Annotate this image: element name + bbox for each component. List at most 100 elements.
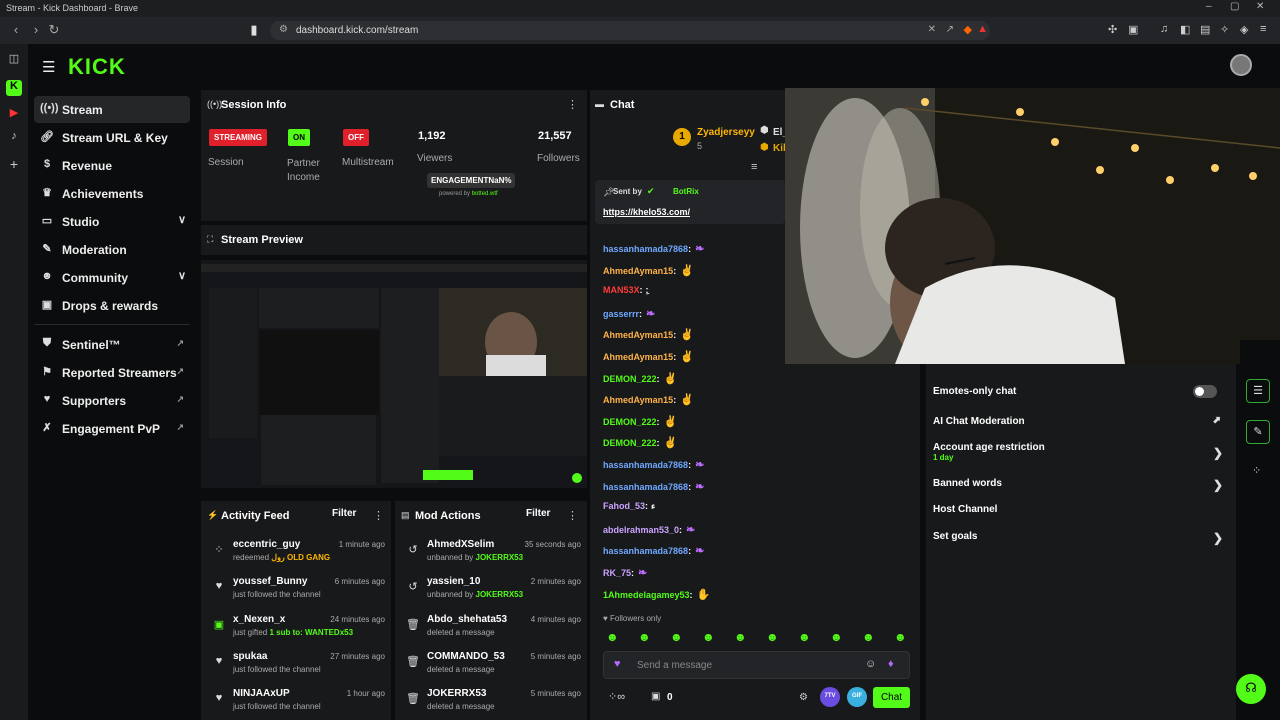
quick-emote-icon[interactable]: ☻: [702, 630, 715, 644]
chat-username[interactable]: DEMON_222: [603, 438, 657, 448]
filter-button[interactable]: Filter: [332, 508, 356, 519]
setting-banned-words[interactable]: Banned words ❯: [933, 478, 1233, 492]
powered-link[interactable]: botted.wtf: [472, 191, 498, 197]
quick-emote-icon[interactable]: ☻: [862, 630, 875, 644]
quick-emote-icon[interactable]: ☻: [766, 630, 779, 644]
panel-toggle-icon[interactable]: ◫: [6, 52, 22, 68]
seventv-button[interactable]: 7TV: [820, 687, 840, 707]
sidebar-item-drops-rewards[interactable]: ▣ Drops & rewards: [34, 292, 190, 319]
emoji-picker-icon[interactable]: ☺: [865, 658, 876, 670]
wallet-icon[interactable]: ▤: [1200, 23, 1210, 36]
mod-target-user[interactable]: yassien_10: [427, 576, 480, 587]
chat-username[interactable]: RK_75: [603, 568, 631, 578]
mod-target-user[interactable]: AhmedXSelim: [427, 539, 494, 550]
activity-user[interactable]: youssef_Bunny: [233, 576, 307, 587]
chat-username[interactable]: abdelrahman53_0: [603, 525, 679, 535]
sidebar-item-studio[interactable]: ▭ Studio ∨: [34, 208, 190, 235]
sidebar-item-supporters[interactable]: ♥ Supporters ↗: [34, 387, 190, 414]
emote-icon[interactable]: ♥: [614, 658, 621, 670]
gif-button[interactable]: GIF: [847, 687, 867, 707]
mod-target-user[interactable]: COMMANDO_53: [427, 651, 505, 662]
stream-preview-video[interactable]: [201, 260, 587, 488]
chat-username[interactable]: Fahod_53: [603, 501, 645, 511]
back-icon[interactable]: ‹: [8, 22, 24, 37]
chat-settings-icon[interactable]: ⚙: [799, 692, 808, 703]
maximize-icon[interactable]: ▢: [1230, 1, 1239, 12]
extensions-icon[interactable]: ✣: [1108, 23, 1117, 36]
quick-emote-icon[interactable]: ☻: [894, 630, 907, 644]
site-info-icon[interactable]: ⚙: [279, 24, 288, 35]
more-options-icon[interactable]: ⋮: [567, 98, 578, 111]
chat-username[interactable]: DEMON_222: [603, 374, 657, 384]
leo-icon[interactable]: ✧: [1220, 23, 1229, 36]
youtube-tab-icon[interactable]: ▶: [6, 106, 22, 122]
sidebar-item-achievements[interactable]: ♛ Achievements: [34, 180, 190, 207]
sidebar-item-revenue[interactable]: $ Revenue: [34, 152, 190, 179]
pinned-user[interactable]: BotRix: [673, 187, 699, 196]
chat-username[interactable]: gasserrr: [603, 309, 639, 319]
activity-user[interactable]: x_Nexen_x: [233, 614, 285, 625]
sidebar-item-sentinel[interactable]: ⛊ Sentinel™ ↗: [34, 331, 190, 358]
points-icon[interactable]: ⁘: [1252, 464, 1261, 477]
chat-username[interactable]: hassanhamada7868: [603, 460, 688, 470]
setting-host-channel[interactable]: Host Channel: [933, 504, 1233, 515]
music-icon[interactable]: ♫: [1160, 23, 1168, 35]
sidebar-item-engagement-pvp[interactable]: ✗ Engagement PvP ↗: [34, 415, 190, 442]
collapse-icon[interactable]: ≡: [751, 161, 757, 173]
kick-tab-icon[interactable]: K: [6, 80, 22, 96]
more-options-icon[interactable]: ⋮: [567, 509, 578, 522]
chat-username[interactable]: MAN53X: [603, 285, 640, 295]
sidebar-item-stream-url-key[interactable]: 🔗︎ Stream URL & Key: [34, 124, 190, 151]
setting-ai-moderation[interactable]: AI Chat Moderation ⬈: [933, 415, 1233, 427]
quick-emote-icon[interactable]: ☻: [798, 630, 811, 644]
reload-icon[interactable]: ↻: [46, 22, 62, 38]
chat-username[interactable]: 1Ahmedelagamey53: [603, 590, 690, 600]
moderation-tool-button[interactable]: ✎: [1246, 420, 1270, 444]
hamburger-menu-icon[interactable]: ☰: [42, 58, 55, 76]
chat-username[interactable]: AhmedAyman15: [603, 330, 673, 340]
gift-sub-icon[interactable]: ▣: [651, 691, 660, 702]
mod-target-user[interactable]: Abdo_shehata53: [427, 614, 507, 625]
chat-username[interactable]: AhmedAyman15: [603, 352, 673, 362]
brave-rewards-icon[interactable]: ▲: [977, 23, 988, 35]
user-avatar[interactable]: [1230, 54, 1252, 76]
more-options-icon[interactable]: ⋮: [373, 509, 384, 522]
chat-username[interactable]: DEMON_222: [603, 417, 657, 427]
pinned-link[interactable]: https://khelo53.com/: [603, 207, 690, 217]
quick-emote-icon[interactable]: ☻: [606, 630, 619, 644]
minimize-icon[interactable]: –: [1206, 1, 1212, 12]
sidebar-item-moderation[interactable]: ✎ Moderation: [34, 236, 190, 263]
activity-user[interactable]: eccentric_guy: [233, 539, 300, 550]
menu-icon[interactable]: ≡: [1260, 23, 1266, 35]
activity-user[interactable]: spukaa: [233, 651, 267, 662]
quick-emote-icon[interactable]: ☻: [830, 630, 843, 644]
mute-icon[interactable]: ✕: [928, 24, 936, 35]
quick-emote-icon[interactable]: ☻: [670, 630, 683, 644]
vpn-icon[interactable]: ◈: [1240, 23, 1248, 36]
activity-user[interactable]: NINJAAxUP: [233, 688, 290, 699]
kick-logo[interactable]: KICK: [68, 54, 126, 80]
setting-set-goals[interactable]: Set goals ❯: [933, 531, 1233, 545]
kick-emotes-icon[interactable]: ♦: [888, 658, 894, 670]
chat-username[interactable]: AhmedAyman15: [603, 266, 673, 276]
sidebar-toggle-icon[interactable]: ◧: [1180, 23, 1190, 36]
sidebar-item-stream[interactable]: ((•)) Stream: [34, 96, 190, 123]
tiktok-tab-icon[interactable]: ♪: [6, 130, 22, 146]
chat-username[interactable]: AhmedAyman15: [603, 395, 673, 405]
chat-input[interactable]: ♥ Send a message ☺ ♦: [603, 651, 910, 679]
bookmark-icon[interactable]: ▮: [246, 22, 262, 38]
emotes-only-toggle[interactable]: [1193, 385, 1217, 398]
points-icon[interactable]: ⁘∞: [608, 690, 625, 703]
chat-tool-button[interactable]: ☰: [1246, 379, 1270, 403]
add-tab-icon[interactable]: +: [6, 156, 22, 172]
address-bar[interactable]: ⚙ dashboard.kick.com/stream ✕ ↗ ◆ ▲: [270, 21, 990, 40]
forward-icon[interactable]: ›: [28, 22, 44, 37]
quick-emote-icon[interactable]: ☻: [734, 630, 747, 644]
chat-username[interactable]: hassanhamada7868: [603, 244, 688, 254]
sidebar-item-reported-streamers[interactable]: ⚑ Reported Streamers ↗: [34, 359, 190, 386]
setting-account-age[interactable]: Account age restriction 1 day ❯: [933, 442, 1233, 462]
filter-button[interactable]: Filter: [526, 508, 550, 519]
sidebar-item-community[interactable]: ☻ Community ∨: [34, 264, 190, 291]
mod-target-user[interactable]: JOKERRX53: [427, 688, 486, 699]
support-headset-icon[interactable]: ☊: [1236, 674, 1266, 704]
